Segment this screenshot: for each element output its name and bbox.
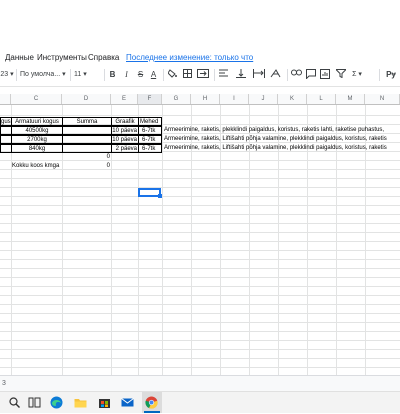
column-header-m[interactable]: M [336,94,365,104]
table-cell[interactable]: 10 päeva [111,135,139,144]
column-header-c[interactable]: C [11,94,62,104]
table-cell[interactable] [62,126,112,135]
insert-link-icon[interactable] [291,69,302,81]
edge-browser-icon[interactable] [50,396,63,409]
table-cell-description[interactable]: Armeerimine, raketis, Liftišahti põhja v… [164,135,387,144]
header-cell-mehed[interactable]: Mehed [138,117,162,126]
functions-button[interactable]: Σ ▾ [350,69,364,81]
column-header-e[interactable]: E [111,94,138,104]
table-cell[interactable]: 6-7tk [138,135,162,144]
file-explorer-icon[interactable] [74,396,87,409]
text-rotation-icon[interactable] [269,69,283,81]
microsoft-store-icon[interactable] [98,396,111,409]
column-header-l[interactable]: L [307,94,336,104]
header-cell-summa[interactable]: Summa [62,117,112,126]
filter-icon[interactable] [334,69,348,81]
table-cell[interactable] [62,144,112,153]
fill-color-icon[interactable] [166,69,177,81]
text-color-button[interactable]: A [149,69,158,81]
bold-button[interactable]: B [108,69,117,81]
strikethrough-button[interactable]: S [136,69,145,81]
sheet-tab[interactable]: 3 [2,380,6,387]
mail-icon[interactable] [121,396,134,409]
menu-bar: Данные Инструменты Справка Последнее изм… [0,50,400,66]
column-header-k[interactable]: K [278,94,307,104]
table-cell-description[interactable]: Armeerimine, raketis, plekklindi paigald… [164,126,384,135]
table-cell[interactable]: 10 päeva [111,126,139,135]
zoom-select[interactable]: 23 ▾ [0,69,14,81]
column-header-i[interactable]: I [220,94,249,104]
total-value-cell[interactable]: 0 [62,162,110,171]
column-header-g[interactable]: G [162,94,191,104]
input-tools-button[interactable]: Рɏ [384,69,398,81]
header-cell-graafik[interactable]: Graafik [111,117,139,126]
column-header-b[interactable] [0,94,11,104]
table-cell[interactable]: 40500kg [11,126,63,135]
task-view-icon[interactable] [28,396,41,409]
sheet-grid[interactable]: gus Armatuuri kogus Summa Graafik Mehed … [0,105,400,375]
text-wrap-icon[interactable] [252,69,266,81]
browser-top-area [0,0,400,50]
total-label-cell[interactable]: Kokku koos kmga [12,162,59,171]
menu-data[interactable]: Данные [5,53,34,62]
chrome-browser-icon[interactable] [145,396,158,409]
column-header-f[interactable]: F [138,94,162,104]
italic-button[interactable]: I [122,69,131,81]
table-cell-description[interactable]: Armeerimine, raketis, Liftišahti põhja v… [164,144,387,153]
table-cell[interactable]: 2700kg [11,135,63,144]
column-header-n[interactable]: N [365,94,400,104]
last-edit-link[interactable]: Последнее изменение: только что [126,53,253,62]
fill-handle[interactable] [158,194,162,198]
windows-taskbar [0,391,400,413]
column-header-row: C D E F G H I J K L M N [0,94,400,105]
insert-chart-icon[interactable] [319,69,330,81]
table-cell[interactable]: 6-7tk [138,144,162,153]
table-cell[interactable]: 840kg [11,144,63,153]
align-horizontal-icon[interactable] [218,69,232,81]
menu-tools[interactable]: Инструменты [37,53,87,62]
summa-total-cell[interactable]: 0 [62,153,110,162]
align-vertical-icon[interactable] [235,69,249,81]
font-size-select[interactable]: 11 ▾ [74,69,96,81]
table-cell[interactable] [62,135,112,144]
insert-comment-icon[interactable] [305,69,316,81]
table-cell[interactable]: 2 päeva [111,144,139,153]
merge-cells-icon[interactable] [196,69,210,81]
column-header-h[interactable]: H [191,94,220,104]
menu-help[interactable]: Справка [88,53,119,62]
toolbar: 23 ▾ По умолча... ▾ 11 ▾ B I S A Σ ▾ Рɏ [0,66,400,84]
table-cell[interactable]: 6-7tk [138,126,162,135]
sheet-tab-bar: 3 [0,375,400,392]
column-header-d[interactable]: D [62,94,111,104]
font-select[interactable]: По умолча... ▾ [20,69,68,81]
header-cell-armatuuri-kogus[interactable]: Armatuuri kogus [11,117,63,126]
column-header-j[interactable]: J [249,94,278,104]
borders-icon[interactable] [182,69,192,81]
search-icon[interactable] [8,396,21,409]
